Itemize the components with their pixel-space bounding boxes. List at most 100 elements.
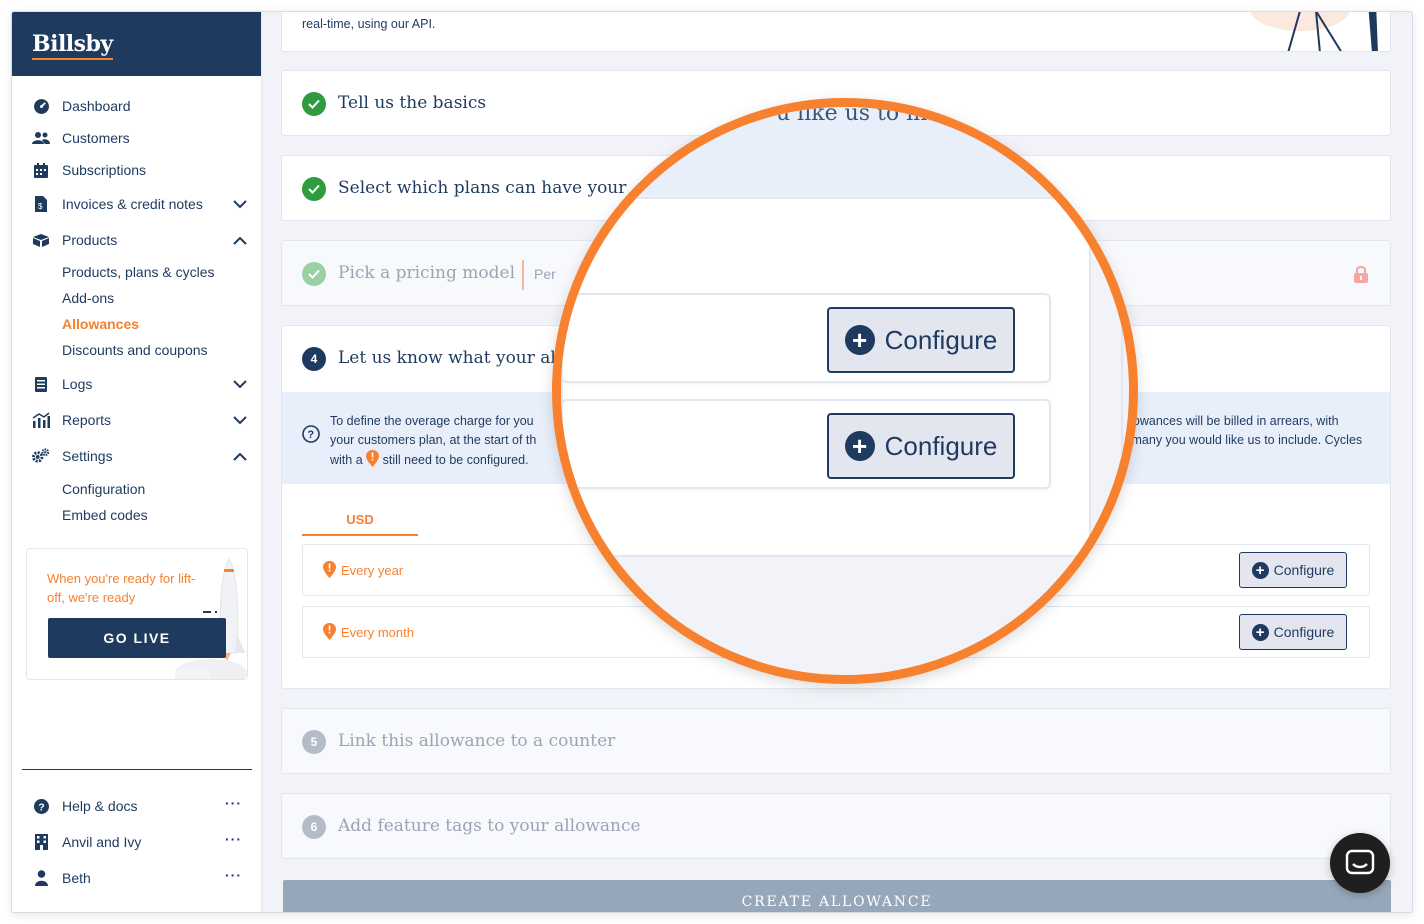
reports-icon [32,411,50,429]
svg-text:?: ? [38,802,44,813]
sidebar-subitem-allowances[interactable]: Allowances [62,316,139,332]
sidebar-item-label: Anvil and Ivy [62,834,142,850]
sidebar-subitem-embed-codes[interactable]: Embed codes [62,507,148,523]
more-options-icon[interactable]: ··· [225,867,242,883]
info-line: Allowances will be billed in arrears, wi… [1119,414,1339,428]
logs-icon [32,375,50,393]
sidebar-item-customers[interactable]: Customers [32,124,247,152]
sidebar-item-settings[interactable]: Settings [32,442,247,470]
sidebar-item-label: Customers [62,130,130,146]
sidebar-item-help-docs[interactable]: ? Help & docs ··· [32,794,242,818]
chevron-up-icon[interactable] [233,232,247,248]
plus-circle-icon: + [844,325,875,355]
sidebar-item-label: Subscriptions [62,162,147,178]
configure-label: Configure [1273,562,1335,578]
sidebar-item-products[interactable]: Products [32,226,247,254]
sidebar-item-label: Invoices & credit notes [62,196,203,212]
check-icon [302,177,326,201]
check-icon [302,262,326,286]
app-window: Billsby Dashboard Customers Subscription… [12,12,1412,912]
configure-button-zoomed[interactable]: + Configure [827,307,1015,373]
info-line: To define the overage charge for you [330,414,534,428]
info-line: your customers plan, at the start of th [330,433,537,447]
lens-row: + Configure [561,293,1051,383]
chevron-up-icon[interactable] [233,448,247,464]
sidebar-item-account[interactable]: Anvil and Ivy ··· [32,830,242,854]
configure-button[interactable]: + Configure [1239,552,1347,588]
chat-launcher-button[interactable] [1330,833,1390,893]
sidebar-item-user[interactable]: Beth ··· [32,866,242,890]
sidebar-divider [22,769,252,770]
configure-label: Configure [884,324,998,355]
configure-button-zoomed[interactable]: + Configure [827,413,1015,479]
chevron-down-icon[interactable] [233,376,247,392]
plus-circle-icon: + [1251,623,1269,641]
user-icon [32,870,50,886]
sidebar-item-reports[interactable]: Reports [32,406,247,434]
sidebar-item-label: Products [62,232,118,248]
warning-pin-icon [323,623,336,640]
sidebar-item-invoices[interactable]: $ Invoices & credit notes [32,190,247,218]
go-live-button[interactable]: GO LIVE [48,618,226,658]
chat-icon [1345,849,1375,875]
step-number-badge: 6 [302,815,326,839]
sidebar-item-logs[interactable]: Logs [32,370,247,398]
brand-header: Billsby [12,12,261,76]
svg-text:?: ? [307,429,314,441]
intro-text: real-time, using our API. [302,17,436,31]
sidebar-item-label: Reports [62,412,112,428]
sidebar-subitem-configuration[interactable]: Configuration [62,481,145,497]
create-allowance-button[interactable]: CREATE ALLOWANCE [283,880,1391,912]
lens-header-band: u like us to in [561,107,1129,195]
warning-pin-icon [323,561,336,578]
calendar-icon [32,161,50,179]
lens-header-text: u like us to in [776,101,928,126]
info-fragment: still need to be configured. [382,453,529,467]
zoom-lens: u like us to in + Configure + Configure [552,98,1138,684]
sidebar-item-label: Dashboard [62,98,131,114]
tab-usd[interactable]: USD [302,512,418,536]
intro-illustration [1250,12,1378,51]
settings-icon [32,447,50,465]
plus-circle-icon: + [1251,561,1269,579]
sidebar-item-label: Settings [62,448,113,464]
invoice-icon: $ [32,195,50,213]
configure-button[interactable]: + Configure [1239,614,1347,650]
plus-circle-icon: + [844,431,875,461]
step-counter-card[interactable]: 5 Link this allowance to a counter [281,708,1391,774]
cycle-label: Every year [341,563,404,578]
info-line: with a still need to be configured. [330,450,575,470]
chevron-down-icon[interactable] [233,412,247,428]
sidebar-subitem-products-plans-cycles[interactable]: Products, plans & cycles [62,264,215,280]
step-number-badge: 5 [302,730,326,754]
zoom-lens-content: u like us to in + Configure + Configure [561,107,1129,675]
sidebar-subitem-discounts-coupons[interactable]: Discounts and coupons [62,342,208,358]
go-live-card: When you're ready for lift-off, we're re… [26,548,248,680]
go-live-message: When you're ready for lift-off, we're re… [47,571,196,605]
step-title: Pick a pricing model [338,263,516,283]
step-divider [522,260,524,290]
help-icon: ? [32,798,50,814]
pricing-model-value: Per [534,266,556,282]
more-options-icon[interactable]: ··· [225,795,242,811]
sidebar-subitem-add-ons[interactable]: Add-ons [62,290,114,306]
cycle-label: Every month [341,625,414,640]
sidebar-item-label: Beth [62,870,91,886]
step-title: Link this allowance to a counter [338,731,616,751]
step-number-badge: 4 [302,347,326,371]
users-icon [32,129,50,147]
question-icon: ? [302,425,320,443]
sidebar: Billsby Dashboard Customers Subscription… [12,12,262,912]
chevron-down-icon[interactable] [233,196,247,212]
brand-logo[interactable]: Billsby [32,31,113,60]
sidebar-item-dashboard[interactable]: Dashboard [32,92,247,120]
step-feature-tags-card[interactable]: 6 Add feature tags to your allowance [281,793,1391,859]
configure-label: Configure [884,430,998,461]
configure-label: Configure [1273,624,1335,640]
lock-icon [1354,265,1368,283]
step-title: Tell us the basics [338,93,487,113]
more-options-icon[interactable]: ··· [225,831,242,847]
lens-divider [1121,307,1123,637]
sidebar-item-label: Logs [62,376,93,392]
sidebar-item-subscriptions[interactable]: Subscriptions [32,156,247,184]
